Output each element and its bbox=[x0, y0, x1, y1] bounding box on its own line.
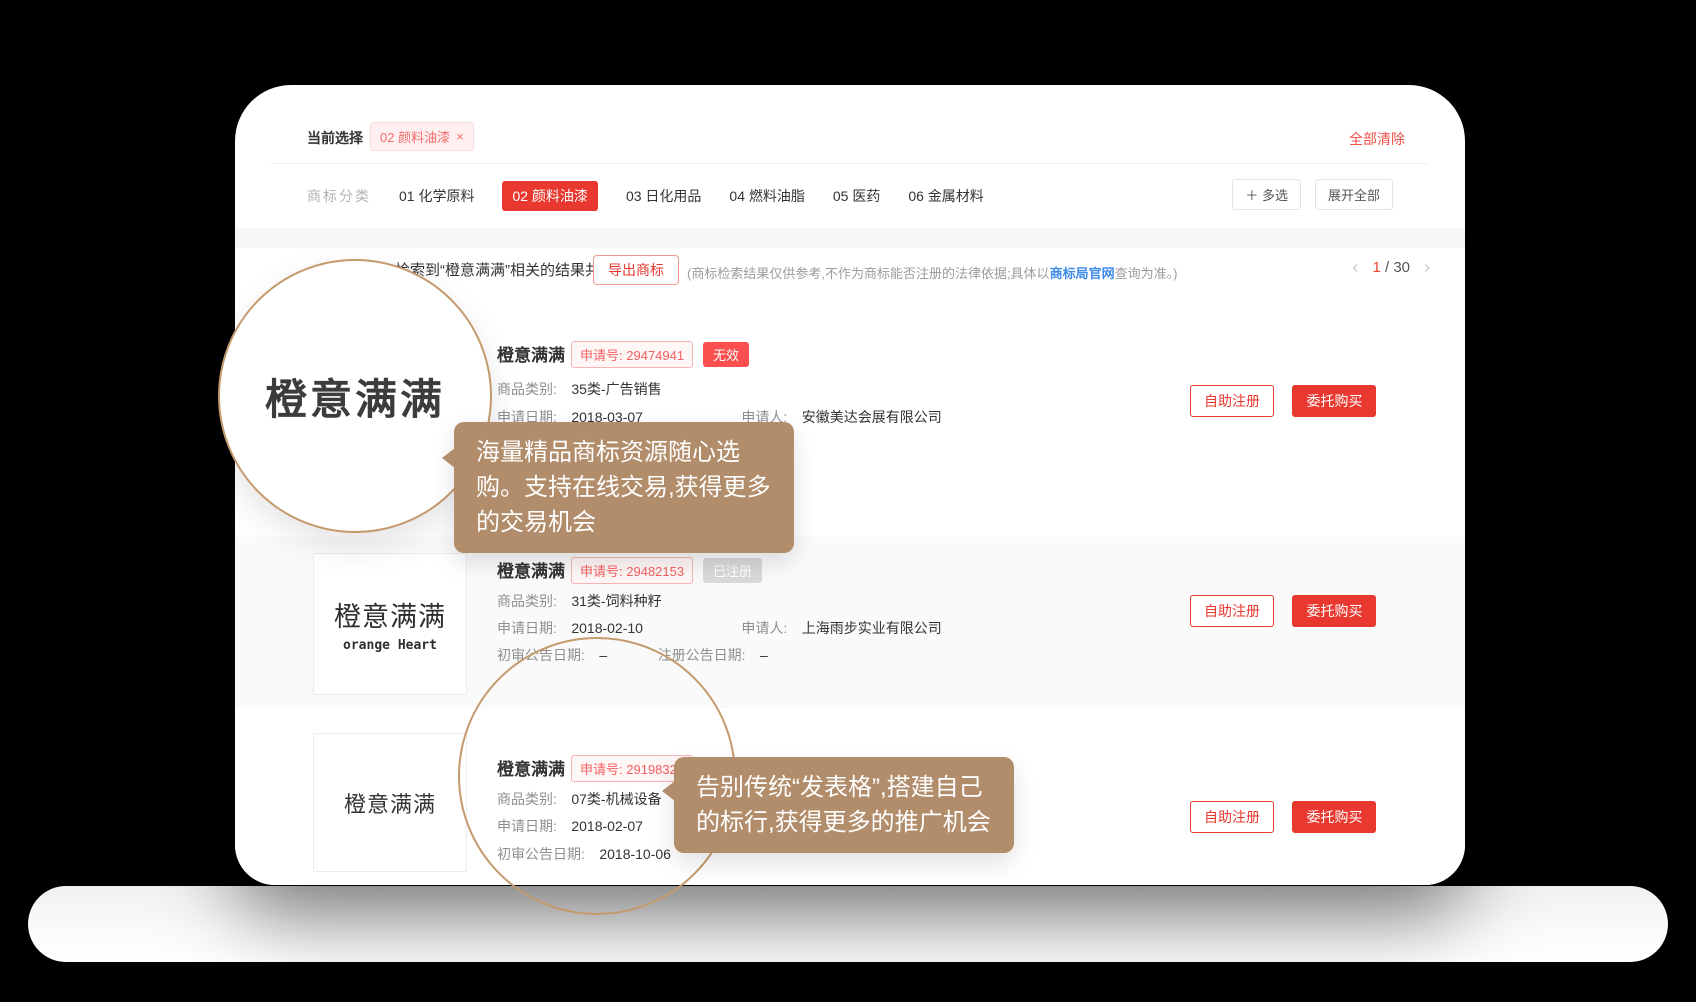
results-summary-text: 检索到“橙意满满”相关的结果共 bbox=[395, 262, 600, 279]
selected-filter-tag-text: 02 颜料油漆 bbox=[380, 127, 450, 146]
magnifier-lens-1: 橙意满满 bbox=[218, 259, 492, 533]
reg-publication-value: – bbox=[760, 647, 768, 663]
trademark-image-2-en: orange Heart bbox=[343, 638, 437, 653]
current-page: 1 bbox=[1372, 259, 1380, 276]
row2-actions: 自助注册 委托购买 bbox=[1190, 595, 1376, 627]
apply-date-label: 申请日期: bbox=[497, 620, 557, 636]
lens-trademark-text: 橙意满满 bbox=[265, 366, 445, 427]
trademark-office-link[interactable]: 商标局官网 bbox=[1050, 266, 1115, 281]
category-item-02-selected[interactable]: 02 颜料油漆 bbox=[502, 181, 597, 211]
row2-date-line: 申请日期: 2018-02-10 申请人: 上海雨步实业有限公司 bbox=[497, 618, 942, 638]
next-page-icon[interactable]: › bbox=[1424, 257, 1430, 278]
status-badge-invalid: 无效 bbox=[703, 342, 749, 367]
category-item-05[interactable]: 05 医药 bbox=[833, 186, 880, 206]
category-bar-actions: ＋ 多选 展开全部 bbox=[1232, 179, 1393, 210]
laptop-base bbox=[28, 886, 1668, 962]
topbar-divider bbox=[271, 163, 1429, 164]
row3-actions: 自助注册 委托购买 bbox=[1190, 801, 1376, 833]
category-bar: 商标分类 01 化学原料 02 颜料油漆 03 日化用品 04 燃料油脂 05 … bbox=[307, 181, 984, 211]
apply-date-value: 2018-02-10 bbox=[571, 620, 643, 636]
current-selection-label: 当前选择 bbox=[307, 128, 363, 148]
marketing-screenshot-stage: 当前选择 02 颜料油漆 × 全部清除 商标分类 01 化学原料 02 颜料油漆… bbox=[0, 0, 1696, 1002]
results-disclaimer: (商标检索结果仅供参考,不作为商标能否注册的法律依据;具体以商标局官网查询为准。… bbox=[687, 263, 1177, 282]
entrust-purchase-button-3[interactable]: 委托购买 bbox=[1292, 801, 1376, 833]
tooltip-1-arrow-icon bbox=[442, 448, 455, 468]
callout-tooltip-2: 告别传统“发表格”,搭建自己的标行,获得更多的推广机会 bbox=[674, 757, 1014, 853]
expand-all-button[interactable]: 展开全部 bbox=[1315, 179, 1393, 210]
applicant-value: 上海雨步实业有限公司 bbox=[802, 620, 942, 636]
page-indicator: 1 / 30 bbox=[1372, 259, 1410, 276]
trademark-name-1[interactable]: 橙意满满 bbox=[497, 341, 565, 366]
applicant-label: 申请人: bbox=[741, 620, 787, 636]
multi-select-button[interactable]: ＋ 多选 bbox=[1232, 179, 1301, 210]
export-trademarks-button[interactable]: 导出商标 bbox=[593, 255, 679, 285]
status-badge-registered: 已注册 bbox=[703, 558, 762, 583]
prev-page-icon[interactable]: ‹ bbox=[1352, 257, 1358, 278]
disclaimer-text-pre: (商标检索结果仅供参考,不作为商标能否注册的法律依据;具体以 bbox=[687, 266, 1050, 281]
app-no-label-2: 申请号: bbox=[580, 564, 623, 579]
trademark-image-3: 橙意满满 bbox=[313, 733, 467, 872]
category-item-01[interactable]: 01 化学原料 bbox=[399, 186, 474, 206]
callout-tooltip-1: 海量精品商标资源随心选购。支持在线交易,获得更多的交易机会 bbox=[454, 422, 794, 553]
trademark-image-2: 橙意满满 orange Heart bbox=[313, 553, 467, 695]
category-value: 35类-广告销售 bbox=[571, 381, 661, 397]
applicant-value: 安徽美达会展有限公司 bbox=[802, 409, 942, 425]
entrust-purchase-button-2[interactable]: 委托购买 bbox=[1292, 595, 1376, 627]
trademark-image-2-cn: 橙意满满 bbox=[334, 595, 446, 634]
tooltip-2-text: 告别传统“发表格”,搭建自己的标行,获得更多的推广机会 bbox=[696, 774, 991, 836]
category-bar-label: 商标分类 bbox=[307, 186, 371, 206]
entrust-purchase-button-1[interactable]: 委托购买 bbox=[1292, 385, 1376, 417]
tooltip-1-text: 海量精品商标资源随心选购。支持在线交易,获得更多的交易机会 bbox=[476, 439, 771, 536]
self-register-button-2[interactable]: 自助注册 bbox=[1190, 595, 1274, 627]
row2-category-line: 商品类别: 31类-饲料种籽 bbox=[497, 591, 662, 611]
self-register-button-1[interactable]: 自助注册 bbox=[1190, 385, 1274, 417]
application-number-tag-2: 申请号: 29482153 bbox=[571, 557, 693, 584]
trademark-image-3-cn: 橙意满满 bbox=[344, 787, 436, 819]
row1-category-line: 商品类别: 35类-广告销售 bbox=[497, 379, 662, 399]
disclaimer-text-post: 查询为准。) bbox=[1115, 266, 1178, 281]
clear-all-button[interactable]: 全部清除 bbox=[1349, 129, 1405, 149]
section-gap bbox=[235, 228, 1465, 248]
pagination: ‹ 1 / 30 › bbox=[1352, 257, 1430, 278]
selected-filter-tag[interactable]: 02 颜料油漆 × bbox=[370, 122, 474, 151]
tooltip-2-arrow-icon bbox=[662, 781, 675, 801]
category-item-04[interactable]: 04 燃料油脂 bbox=[729, 186, 804, 206]
application-number-tag-1: 申请号: 29474941 bbox=[571, 341, 693, 368]
trademark-name-2[interactable]: 橙意满满 bbox=[497, 557, 565, 582]
row1-actions: 自助注册 委托购买 bbox=[1190, 385, 1376, 417]
category-item-06[interactable]: 06 金属材料 bbox=[908, 186, 983, 206]
category-item-03[interactable]: 03 日化用品 bbox=[626, 186, 701, 206]
total-pages: 30 bbox=[1393, 259, 1410, 276]
page-separator: / bbox=[1385, 259, 1389, 276]
app-no-label-1: 申请号: bbox=[580, 348, 623, 363]
remove-filter-icon[interactable]: × bbox=[456, 129, 464, 144]
app-no-value-1: 29474941 bbox=[626, 348, 684, 363]
self-register-button-3[interactable]: 自助注册 bbox=[1190, 801, 1274, 833]
category-value: 31类-饲料种籽 bbox=[571, 593, 661, 609]
category-label: 商品类别: bbox=[497, 381, 557, 397]
app-no-value-2: 29482153 bbox=[626, 564, 684, 579]
category-label: 商品类别: bbox=[497, 593, 557, 609]
